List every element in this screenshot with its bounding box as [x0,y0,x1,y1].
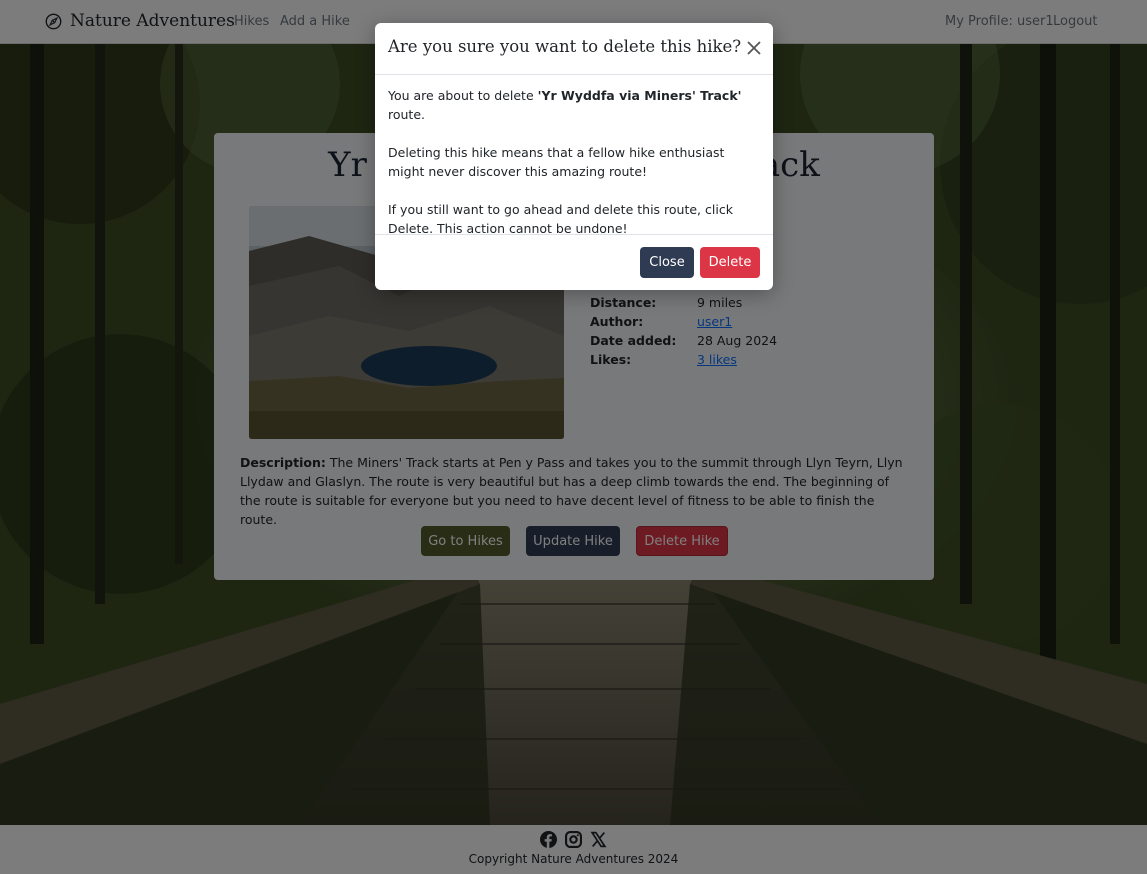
modal-header: Are you sure you want to delete this hik… [375,23,773,75]
modal-title: Are you sure you want to delete this hik… [388,37,742,56]
confirm-delete-button[interactable]: Delete [700,247,760,278]
modal-paragraph-1: You are about to delete 'Yr Wyddfa via M… [388,86,763,124]
modal-paragraph-2: Deleting this hike means that a fellow h… [388,145,725,179]
modal-paragraph-3: If you still want to go ahead and delete… [388,202,733,236]
body-prefix: You are about to delete [388,88,538,103]
close-button[interactable]: Close [640,247,694,278]
close-icon[interactable] [744,38,764,58]
delete-confirm-modal: Are you sure you want to delete this hik… [375,23,773,290]
route-name: 'Yr Wyddfa via Miners' Track' [537,88,742,103]
modal-footer: Close Delete [375,234,773,290]
body-suffix: route. [388,107,425,122]
modal-body: You are about to delete 'Yr Wyddfa via M… [388,86,763,257]
